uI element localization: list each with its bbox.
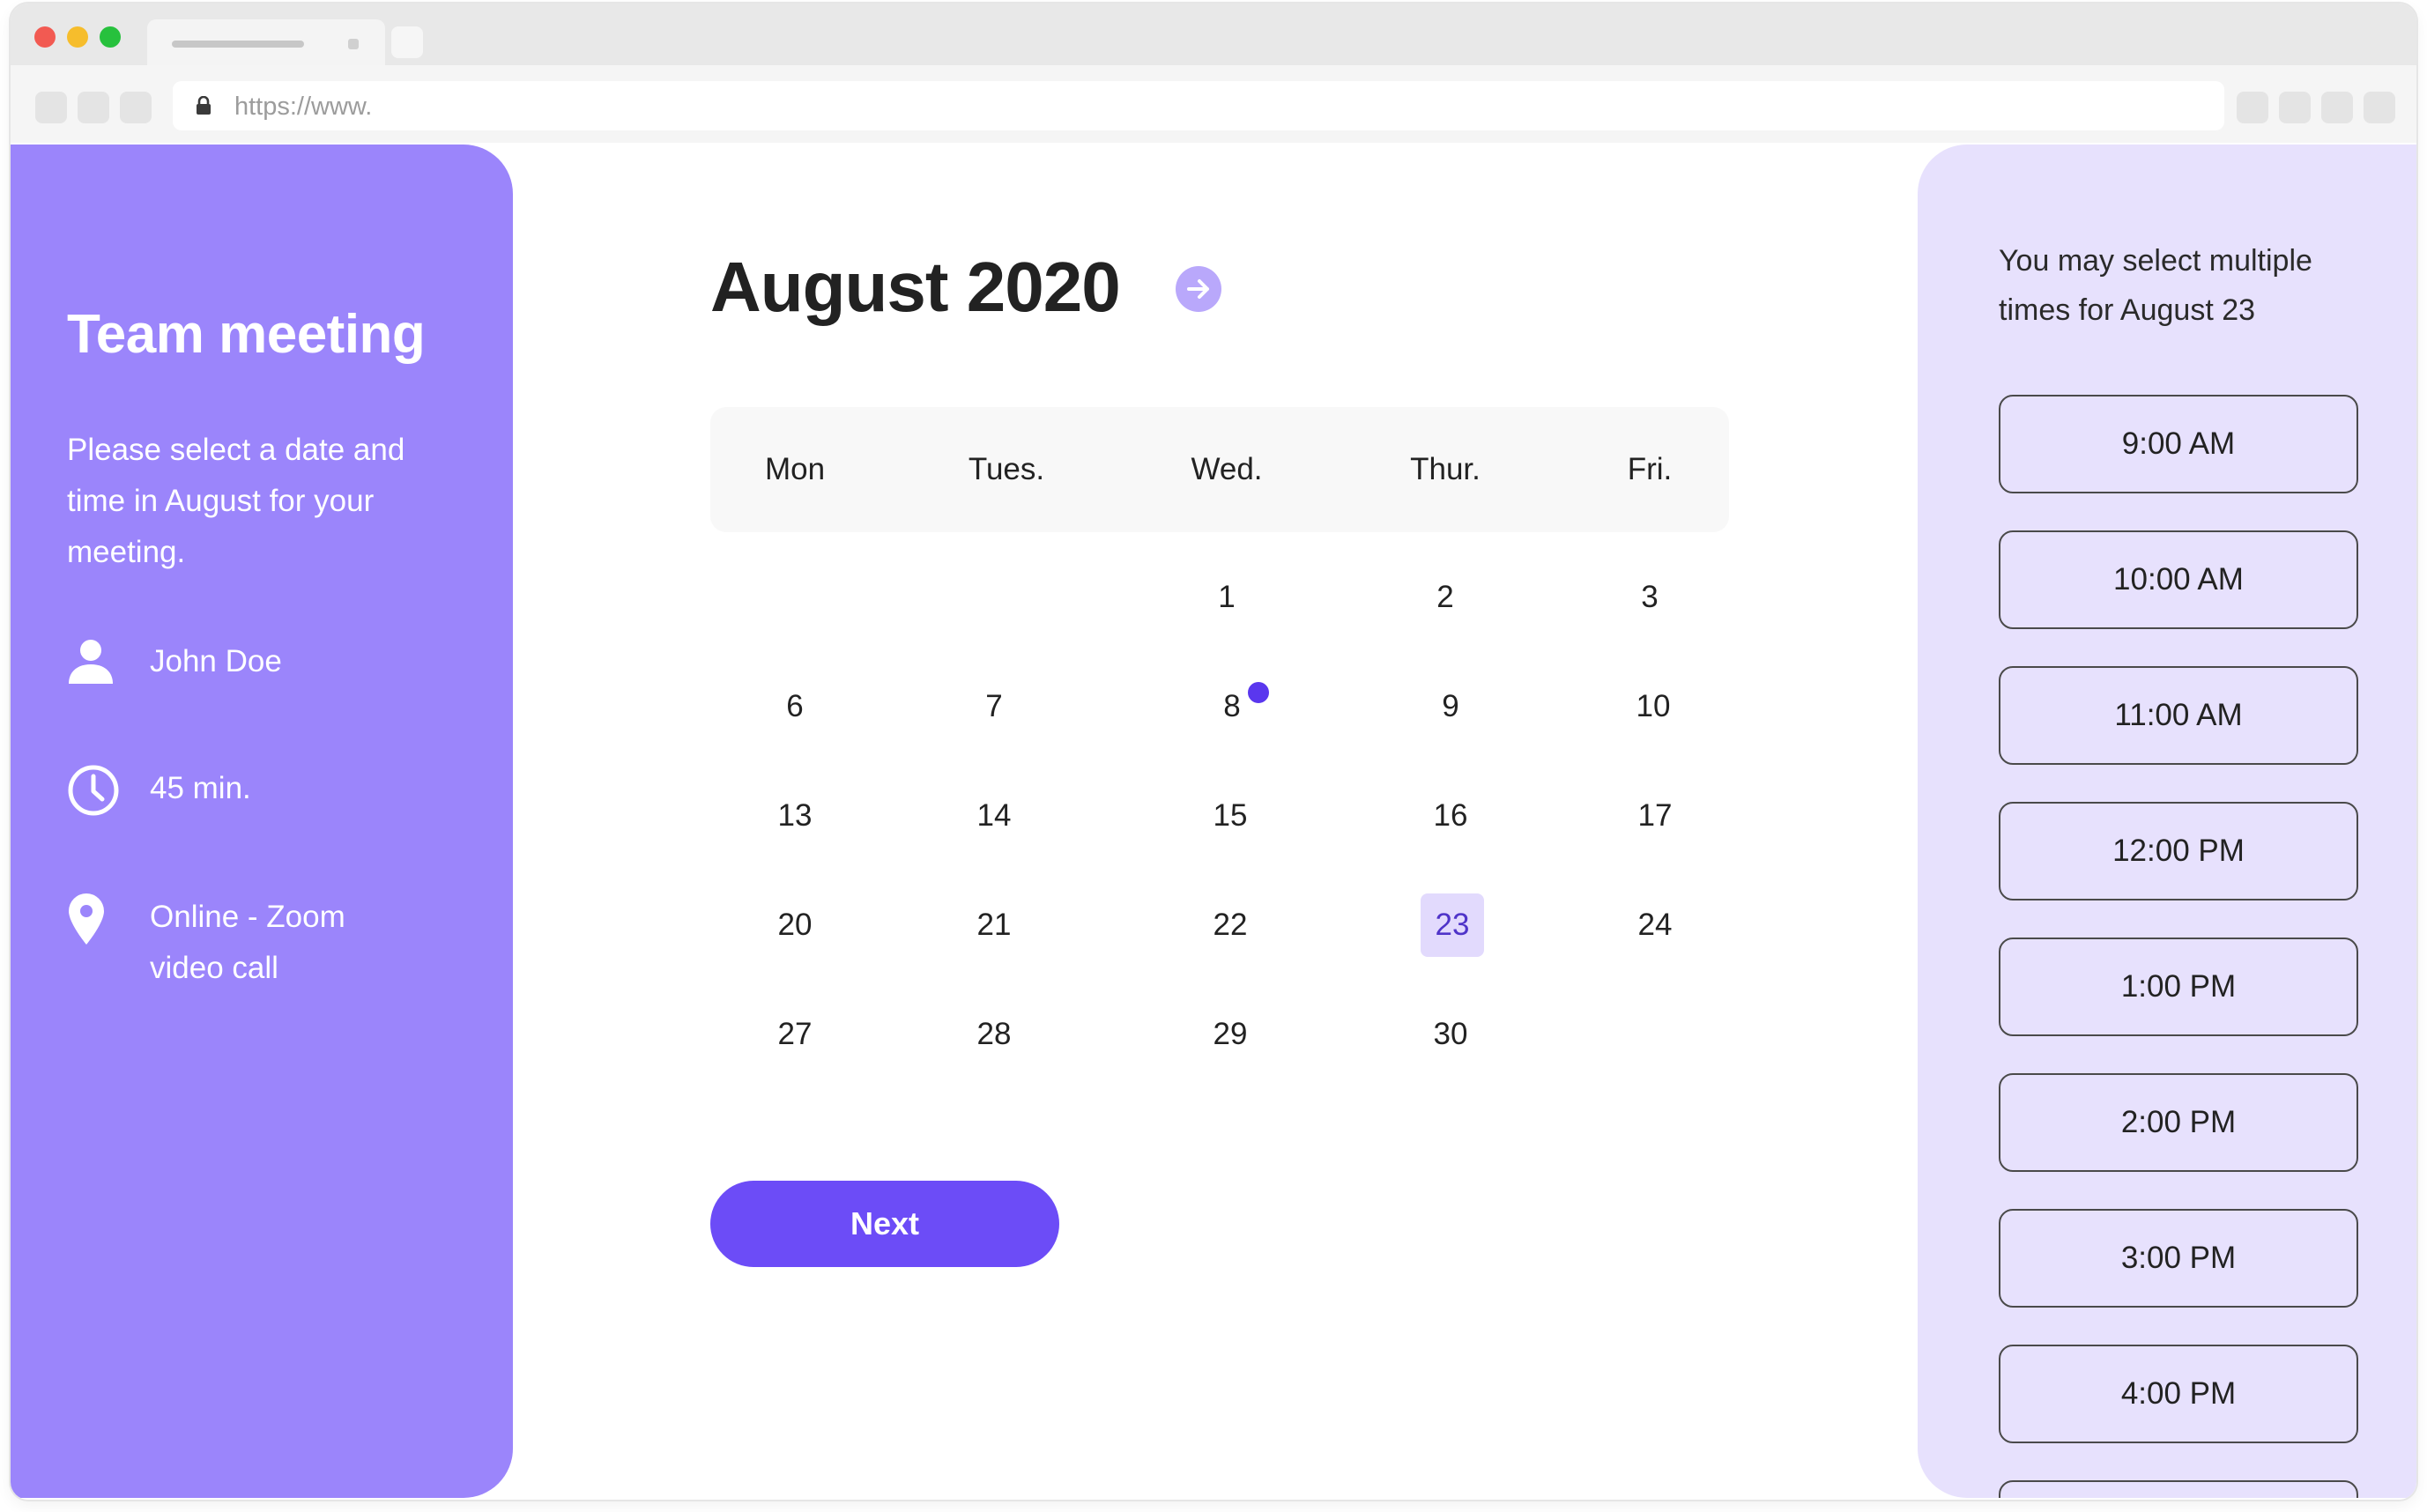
calendar-day[interactable]: 20 <box>763 893 827 957</box>
back-button[interactable] <box>35 92 67 123</box>
weekday-header: Mon Tues. Wed. Thur. Fri. <box>710 407 1729 532</box>
close-window-button[interactable] <box>34 26 56 48</box>
calendar-day[interactable]: 28 <box>962 1003 1026 1066</box>
meeting-duration: 45 min. <box>150 771 251 805</box>
minimize-window-button[interactable] <box>67 26 88 48</box>
duration-row: 45 min. <box>67 763 414 818</box>
calendar-day[interactable]: 29 <box>1199 1003 1262 1066</box>
weekday-label: Wed. <box>1191 452 1263 486</box>
meeting-description: Please select a date and time in August … <box>67 433 405 569</box>
event-indicator-dot <box>1248 682 1269 703</box>
next-button[interactable]: Next <box>710 1181 1059 1267</box>
time-slot-button[interactable]: 4:00 PM <box>1999 1345 2358 1443</box>
next-month-button[interactable] <box>1176 266 1221 312</box>
calendar-day[interactable]: 1 <box>1195 566 1258 629</box>
calendar-day-selected[interactable]: 23 <box>1421 893 1484 957</box>
address-bar[interactable]: https://www. <box>173 81 2224 130</box>
month-title: August 2020 <box>710 248 1121 326</box>
arrow-right-icon <box>1187 279 1209 299</box>
clock-icon <box>68 765 119 816</box>
extension-button-4[interactable] <box>2364 92 2395 123</box>
calendar-day[interactable]: 24 <box>1623 893 1687 957</box>
lock-icon <box>197 96 211 115</box>
calendar-day[interactable]: 16 <box>1419 784 1482 848</box>
extension-button-1[interactable] <box>2237 92 2268 123</box>
time-slot-button[interactable]: 9:00 AM <box>1999 395 2358 493</box>
host-name: John Doe <box>150 644 282 678</box>
meeting-info-panel: Team meeting Please select a date and ti… <box>11 145 513 1498</box>
extension-button-2[interactable] <box>2279 92 2311 123</box>
browser-titlebar <box>11 4 2416 65</box>
calendar-section: August 2020 Mon Tues. Wed. Thur. Fri. 1 … <box>513 143 1918 1500</box>
time-slot-button[interactable]: 1:00 PM <box>1999 938 2358 1036</box>
forward-button[interactable] <box>78 92 109 123</box>
time-slot-button[interactable]: 10:00 AM <box>1999 530 2358 629</box>
url-text: https://www. <box>234 93 373 121</box>
extension-button-3[interactable] <box>2321 92 2353 123</box>
maximize-window-button[interactable] <box>100 26 121 48</box>
browser-window: https://www. Team meeting Please select … <box>11 4 2416 1500</box>
browser-toolbar: https://www. <box>11 65 2416 143</box>
reload-button[interactable] <box>120 92 152 123</box>
time-slot-button-partial[interactable] <box>1999 1480 2358 1498</box>
time-slot-button[interactable]: 11:00 AM <box>1999 666 2358 765</box>
tab-title-placeholder <box>172 41 304 48</box>
location-pin-icon <box>69 893 104 945</box>
calendar-day[interactable]: 2 <box>1414 566 1477 629</box>
time-selection-note: You may select multiple times for August… <box>1999 244 2312 327</box>
calendar-day[interactable]: 15 <box>1199 784 1262 848</box>
time-slot-button[interactable]: 3:00 PM <box>1999 1209 2358 1308</box>
calendar-day[interactable]: 6 <box>763 675 827 738</box>
location-row: Online - Zoom video call <box>67 892 414 994</box>
weekday-label: Mon <box>764 452 826 486</box>
browser-tab[interactable] <box>147 19 385 65</box>
new-tab-button[interactable] <box>391 26 423 58</box>
calendar-day[interactable]: 7 <box>962 675 1026 738</box>
calendar-day[interactable]: 13 <box>763 784 827 848</box>
page-content: Team meeting Please select a date and ti… <box>11 143 2416 1500</box>
time-slot-button[interactable]: 12:00 PM <box>1999 802 2358 901</box>
weekday-label: Fri. <box>1627 452 1673 486</box>
time-slots-panel: You may select multiple times for August… <box>1918 145 2416 1498</box>
calendar-day[interactable]: 27 <box>763 1003 827 1066</box>
meeting-location: Online - Zoom video call <box>150 900 345 985</box>
calendar-day[interactable]: 30 <box>1419 1003 1482 1066</box>
calendar-day[interactable]: 14 <box>962 784 1026 848</box>
tab-close-icon[interactable] <box>348 39 359 49</box>
person-icon <box>69 640 113 684</box>
weekday-label: Thur. <box>1410 452 1481 486</box>
calendar-day[interactable]: 17 <box>1623 784 1687 848</box>
weekday-label: Tues. <box>968 452 1045 486</box>
calendar-day[interactable]: 22 <box>1199 893 1262 957</box>
calendar-day[interactable]: 21 <box>962 893 1026 957</box>
calendar-day[interactable]: 9 <box>1419 675 1482 738</box>
host-row: John Doe <box>67 636 414 691</box>
calendar-day[interactable]: 10 <box>1622 675 1685 738</box>
time-slot-button[interactable]: 2:00 PM <box>1999 1073 2358 1172</box>
calendar-day[interactable]: 3 <box>1618 566 1681 629</box>
meeting-title: Team meeting <box>67 304 426 365</box>
